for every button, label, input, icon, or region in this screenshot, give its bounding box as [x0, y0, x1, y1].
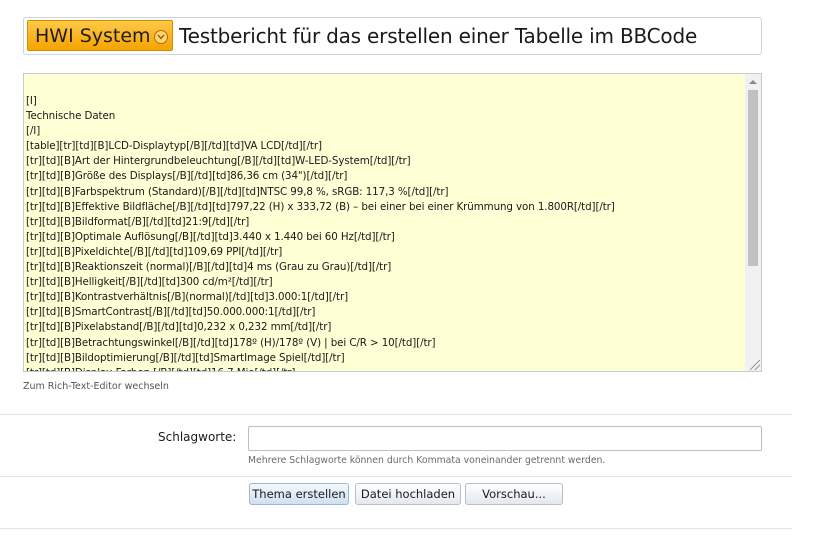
- scroll-thumb[interactable]: [748, 90, 758, 266]
- editor-line: [tr][td][B]Display-Farben [/B][/td][td]1…: [26, 366, 744, 371]
- editor-scrollbar[interactable]: [745, 74, 761, 371]
- tags-input[interactable]: [248, 426, 762, 451]
- editor-line: [tr][td][B]Farbspektrum (Standard)[/B][/…: [26, 185, 449, 198]
- tags-label: Schlagworte:: [158, 430, 237, 444]
- editor-line: [tr][td][B]Optimale Auflösung[/B][/td][t…: [26, 230, 395, 243]
- editor-line: [table][tr][td][B]LCD-Displaytyp[/B][/td…: [26, 140, 322, 153]
- prefix-label: HWI System: [35, 24, 151, 47]
- divider: [0, 476, 792, 477]
- thread-title-row: HWI System: [23, 17, 762, 55]
- upload-file-button[interactable]: Datei hochladen: [355, 483, 461, 505]
- create-thread-button[interactable]: Thema erstellen: [249, 483, 349, 505]
- editor-line: [tr][td][B]SmartContrast[/B][/td][td]50.…: [26, 306, 316, 319]
- editor-line: [tr][td][B]Betrachtungswinkel[/B][/td][t…: [26, 336, 436, 349]
- editor-line: [tr][td][B]Pixeldichte[/B][/td][td]109,6…: [26, 245, 283, 258]
- editor-line: [I]: [26, 95, 37, 107]
- editor-line: [tr][td][B]Art der Hintergrundbeleuchtun…: [26, 155, 411, 168]
- chevron-down-icon: [154, 30, 168, 44]
- editor-line: [tr][td][B]Bildformat[/B][/td][td]21:9[/…: [26, 215, 250, 228]
- thread-title-input[interactable]: [179, 20, 754, 51]
- editor-line: [tr][td][B]Pixelabstand[/B][/td][td]0,23…: [26, 321, 332, 334]
- scroll-up-icon[interactable]: [749, 80, 757, 84]
- preview-button[interactable]: Vorschau...: [465, 483, 563, 505]
- prefix-dropdown[interactable]: HWI System: [27, 20, 173, 51]
- editor-line: [tr][td][B]Bildoptimierung[/B][/td][td]S…: [26, 351, 345, 364]
- editor-content[interactable]: [I] Technische Daten [/I] [table][tr][td][B…: [26, 94, 744, 371]
- divider: [0, 414, 792, 415]
- editor-line: [tr][td][B]Größe des Displays[/B][/td][t…: [26, 170, 348, 183]
- tags-hint: Mehrere Schlagworte können durch Kommata…: [248, 455, 606, 466]
- editor-line: [tr][td][B]Effektive Bildfläche[/B][/td]…: [26, 200, 615, 213]
- divider: [0, 528, 792, 529]
- editor-line: [tr][td][B]Reaktionszeit (normal)[/B][/t…: [26, 261, 392, 274]
- editor-line: [/I]: [26, 125, 41, 138]
- editor-line: [tr][td][B]Helligkeit[/B][/td][td]300 cd…: [26, 276, 273, 289]
- editor-line: [tr][td][B]Kontrastverhältnis[/B](normal…: [26, 291, 349, 304]
- resize-grip-icon[interactable]: [750, 360, 760, 370]
- editor-line: Technische Daten: [26, 110, 116, 123]
- message-editor[interactable]: [I] Technische Daten [/I] [table][tr][td][B…: [23, 73, 762, 372]
- rich-text-toggle-link[interactable]: Zum Rich-Text-Editor wechseln: [23, 381, 169, 392]
